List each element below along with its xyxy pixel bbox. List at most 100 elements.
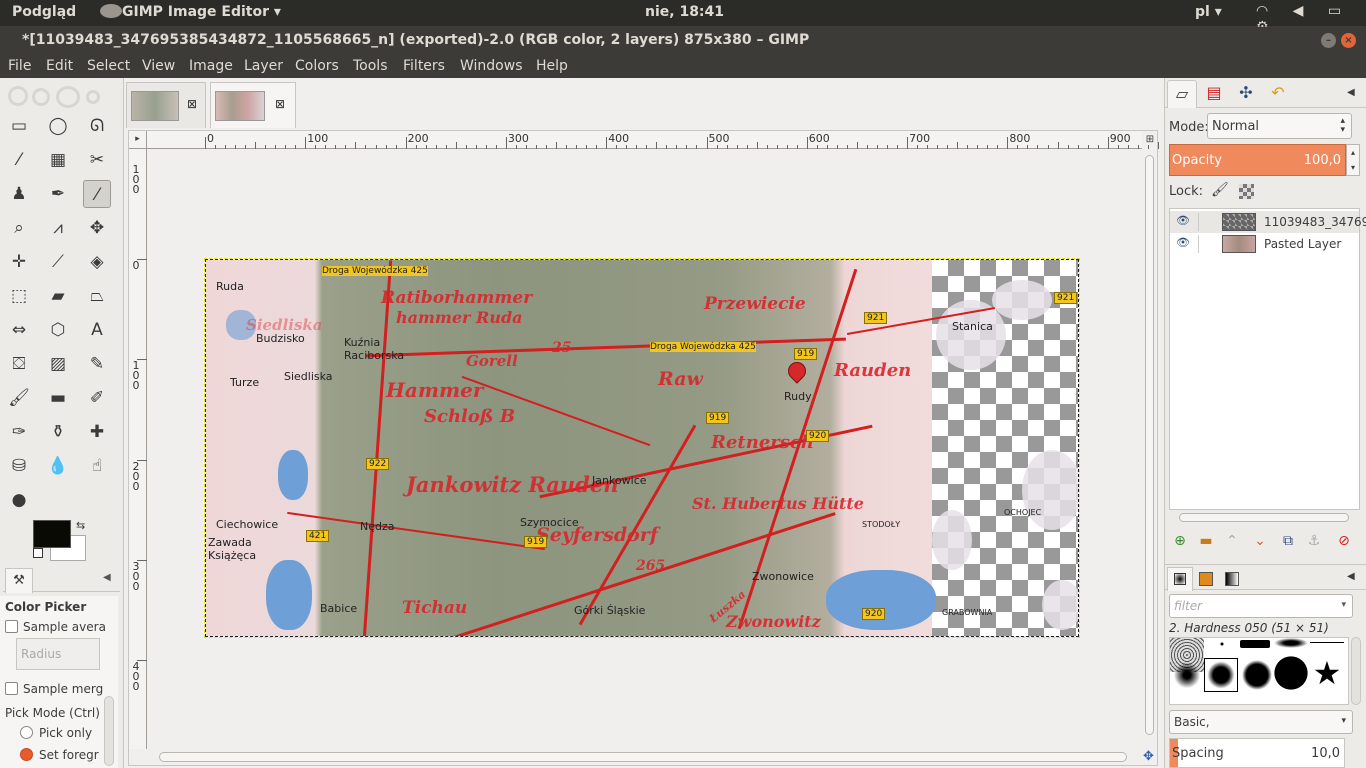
radius-field[interactable]: Radius: [16, 638, 100, 670]
navigate-icon[interactable]: ⊞: [1141, 131, 1159, 149]
star-brush-icon[interactable]: ★: [1310, 656, 1344, 690]
layer-group-icon[interactable]: ▬: [1195, 530, 1217, 552]
align-icon[interactable]: ✛: [5, 248, 33, 276]
clone-icon[interactable]: ⚱: [44, 418, 72, 446]
perspective-icon[interactable]: ⏢: [83, 282, 111, 310]
menu-colors[interactable]: Colors: [295, 58, 339, 74]
brush-item[interactable]: [1206, 638, 1240, 650]
menu-tools[interactable]: Tools: [353, 58, 388, 74]
crop-icon[interactable]: ⟋: [44, 248, 72, 276]
app-menu[interactable]: GIMP Image Editor ▾: [100, 4, 281, 20]
brushes-tab[interactable]: [1167, 567, 1193, 591]
image-tab-2[interactable]: ⊠: [210, 82, 296, 128]
layer-row[interactable]: 👁 Pasted Layer: [1170, 233, 1359, 255]
menu-filters[interactable]: Filters: [403, 58, 445, 74]
wilber-drop-zone[interactable]: [6, 84, 110, 110]
set-foreground-radio[interactable]: [20, 748, 33, 761]
airbrush-icon[interactable]: ✐: [83, 384, 111, 412]
duplicate-layer-icon[interactable]: ⧉: [1277, 530, 1299, 552]
image-tab-1[interactable]: ⊠: [126, 82, 206, 128]
navigate-move-icon[interactable]: ✥: [1143, 749, 1154, 764]
color-picker-icon[interactable]: ⁄: [83, 180, 111, 208]
mode-dropdown[interactable]: Normal ▴ ▾: [1207, 113, 1352, 139]
menu-view[interactable]: View: [142, 58, 175, 74]
cage-icon[interactable]: ⬡: [44, 316, 72, 344]
dock-config-icon[interactable]: ◀: [1347, 87, 1355, 98]
paths-icon[interactable]: ✒: [44, 180, 72, 208]
menu-edit[interactable]: Edit: [46, 58, 73, 74]
vertical-scrollbar[interactable]: [1142, 149, 1157, 749]
raise-layer-icon[interactable]: ⌃: [1221, 530, 1243, 552]
bucket-fill-icon[interactable]: ⛋: [5, 350, 33, 378]
text-icon[interactable]: A: [83, 316, 111, 344]
new-layer-icon[interactable]: ⊕: [1169, 530, 1191, 552]
eye-icon[interactable]: 👁: [1176, 214, 1190, 227]
scale-icon[interactable]: ⬚: [5, 282, 33, 310]
fuzzy-select-icon[interactable]: ⁄: [5, 146, 33, 174]
menu-select[interactable]: Select: [87, 58, 130, 74]
sample-average-checkbox[interactable]: [5, 620, 18, 633]
measure-icon[interactable]: ⩘: [44, 214, 72, 242]
opacity-spin-button[interactable]: ▴ ▾: [1346, 144, 1360, 176]
move-icon[interactable]: ✥: [83, 214, 111, 242]
brush-item[interactable]: [1240, 658, 1274, 692]
menu-help[interactable]: Help: [536, 58, 568, 74]
perspective-clone-icon[interactable]: ⛁: [5, 452, 33, 480]
pick-only-radio[interactable]: [20, 726, 33, 739]
brush-item[interactable]: [1310, 642, 1344, 643]
clock[interactable]: nie, 18:41: [645, 4, 724, 20]
layers-hscrollbar[interactable]: [1171, 510, 1358, 524]
paths-tab[interactable]: ✣: [1231, 80, 1261, 108]
set-foreground-row[interactable]: Set foregr: [20, 748, 99, 762]
spacing-slider[interactable]: Spacing 10,0: [1169, 738, 1345, 768]
paintbrush-icon[interactable]: 🖌: [5, 384, 33, 412]
dock-config-icon[interactable]: ◀: [1347, 571, 1355, 582]
blend-icon[interactable]: ▨: [44, 350, 72, 378]
lock-pixels-icon[interactable]: 🖌: [1211, 182, 1229, 198]
delete-layer-icon[interactable]: ⊘: [1333, 530, 1355, 552]
brush-preset-dropdown[interactable]: Basic, ▾: [1169, 710, 1353, 734]
ink-icon[interactable]: ✑: [5, 418, 33, 446]
chain-icon[interactable]: [1198, 213, 1212, 231]
undo-history-tab[interactable]: ↶: [1263, 80, 1293, 108]
brush-scrollbar[interactable]: [1351, 637, 1361, 705]
sample-average-row[interactable]: Sample avera: [5, 620, 106, 634]
gradients-tab[interactable]: [1219, 567, 1245, 591]
dodge-burn-icon[interactable]: ●: [5, 486, 33, 514]
blur-icon[interactable]: 💧: [44, 452, 72, 480]
tab-config-icon[interactable]: ◀: [103, 572, 111, 583]
free-select-icon[interactable]: ᘏ: [83, 112, 111, 140]
vertical-ruler[interactable]: 1 0 0 0 1 0 0 2 0 0 3 0 0 4 0 0: [129, 149, 147, 749]
scissors-icon[interactable]: ✂: [83, 146, 111, 174]
brush-item[interactable]: [1240, 640, 1270, 648]
pick-only-row[interactable]: Pick only: [20, 726, 92, 740]
sample-merged-row[interactable]: Sample merg: [5, 682, 103, 696]
brush-item[interactable]: [1274, 638, 1308, 648]
horizontal-scrollbar[interactable]: [147, 749, 1142, 765]
foreground-color-swatch[interactable]: [33, 520, 71, 548]
layer-name[interactable]: 11039483_34769: [1264, 215, 1366, 229]
close-tab-icon[interactable]: ⊠: [187, 97, 197, 111]
close-button[interactable]: ×: [1341, 33, 1356, 48]
language-indicator[interactable]: pl ▾: [1195, 4, 1222, 20]
menu-file[interactable]: File: [8, 58, 31, 74]
menu-image[interactable]: Image: [189, 58, 233, 74]
color-select-icon[interactable]: ▦: [44, 146, 72, 174]
brush-filter-input[interactable]: filter ▾: [1169, 594, 1353, 618]
eraser-icon[interactable]: ▬: [44, 384, 72, 412]
foreground-select-icon[interactable]: ♟: [5, 180, 33, 208]
heal-icon[interactable]: ✚: [83, 418, 111, 446]
tool-options-scrollbar[interactable]: [104, 696, 114, 766]
smudge-icon[interactable]: ☝: [83, 452, 111, 480]
opacity-slider[interactable]: Opacity 100,0: [1169, 144, 1346, 176]
menu-layer[interactable]: Layer: [244, 58, 283, 74]
layers-tab[interactable]: ▱: [1167, 80, 1197, 108]
close-tab-icon[interactable]: ⊠: [275, 97, 285, 111]
horizontal-ruler[interactable]: 0 100 200 300 400 500 600 700 800 900: [147, 131, 1199, 149]
anchor-icon[interactable]: ⚓: [1303, 530, 1325, 552]
flip-icon[interactable]: ⇔: [5, 316, 33, 344]
lock-alpha-icon[interactable]: [1239, 184, 1254, 199]
lower-layer-icon[interactable]: ⌄: [1249, 530, 1271, 552]
image-canvas[interactable]: Ratiborhammer hammer Ruda Hammer Schloß …: [204, 258, 1080, 638]
chain-icon[interactable]: [1198, 235, 1212, 253]
